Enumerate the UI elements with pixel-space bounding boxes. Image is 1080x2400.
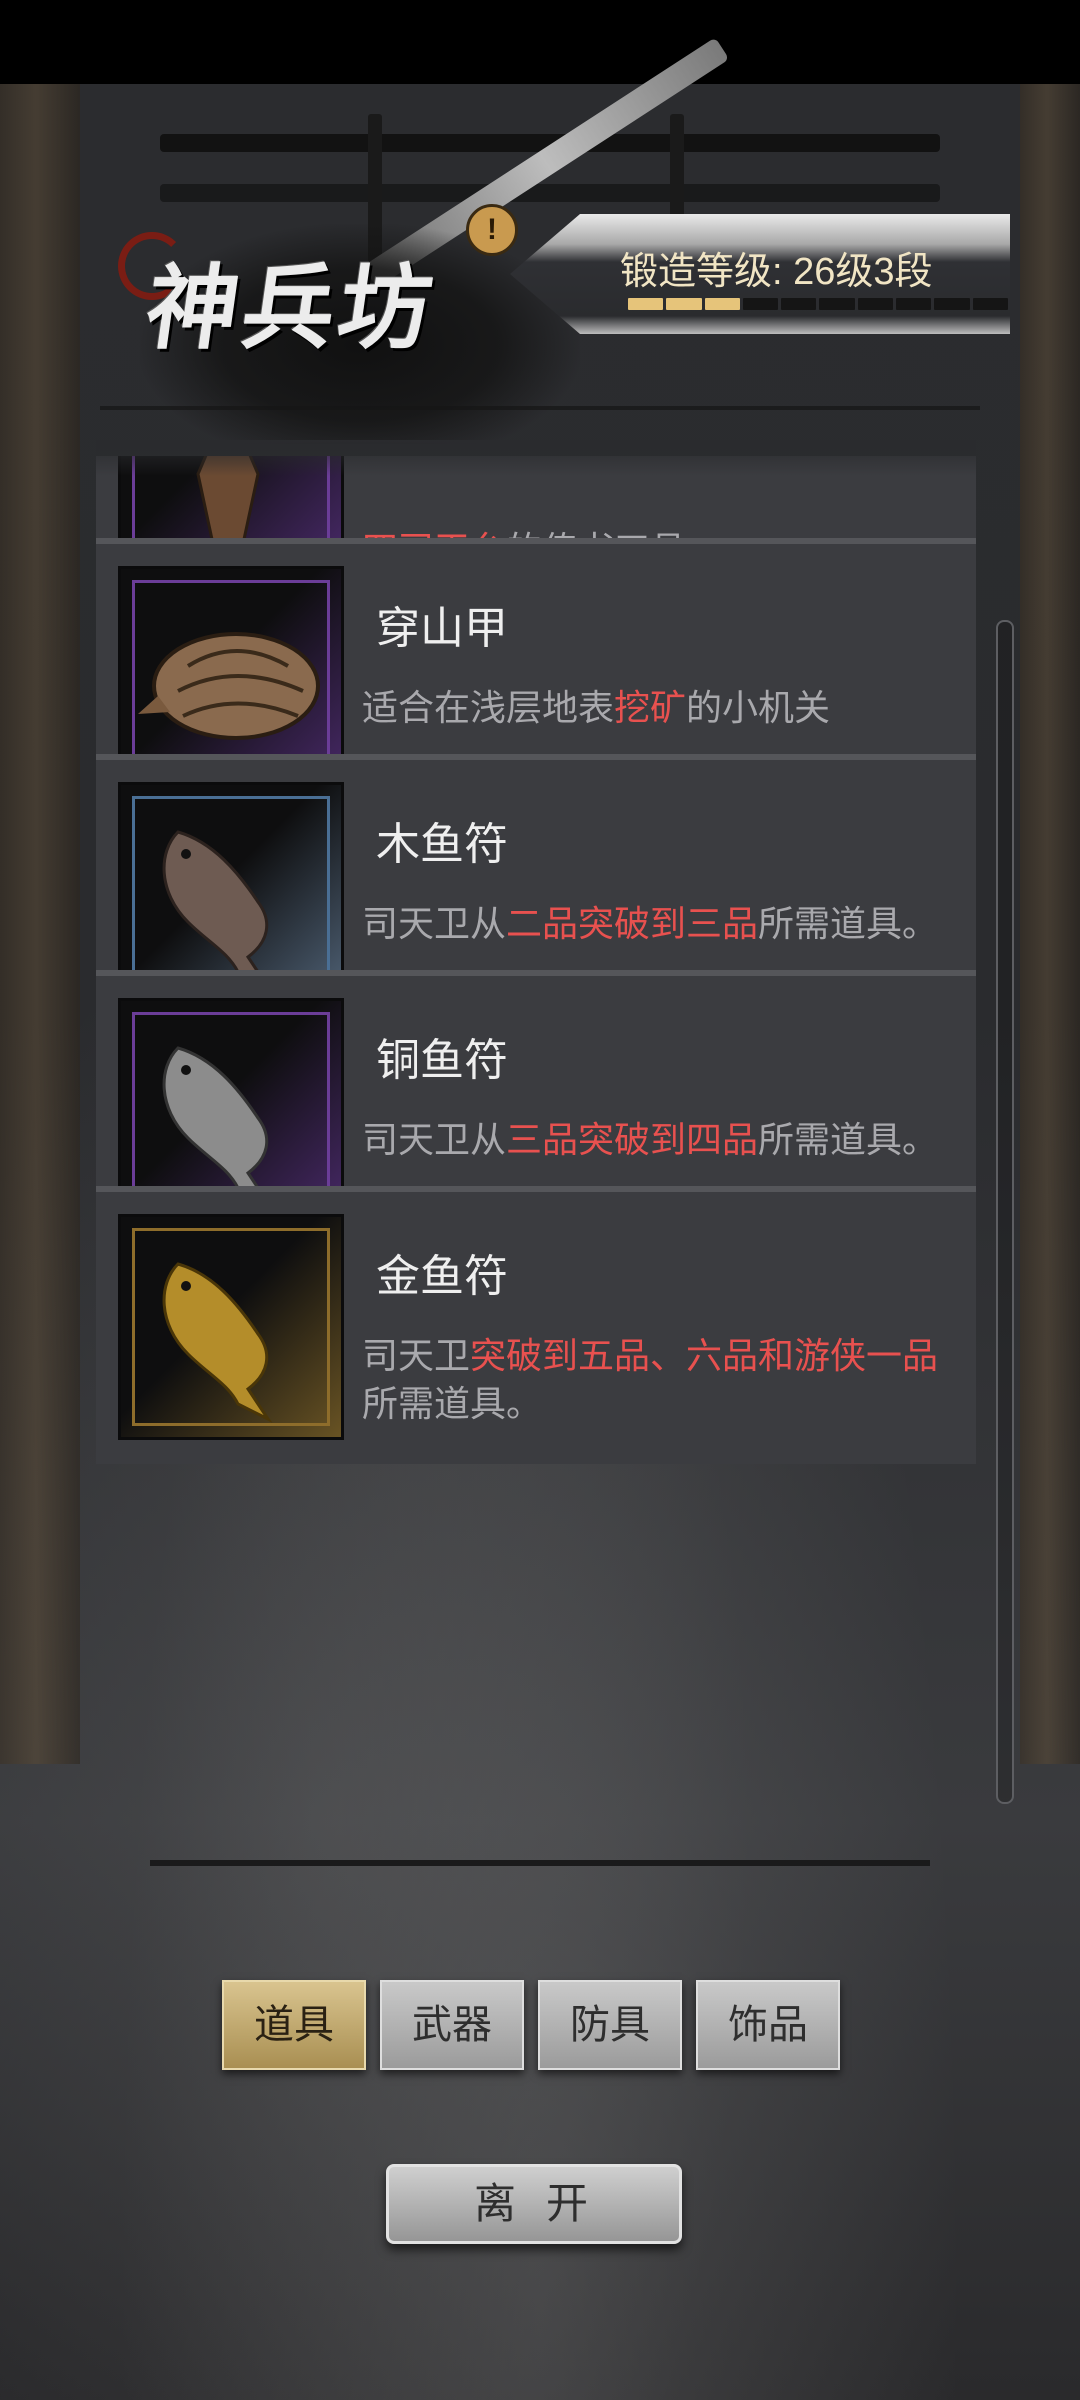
header-divider [100, 406, 980, 410]
item-name: 穿山甲 [376, 604, 508, 653]
left-pillar [0, 84, 80, 1764]
highlighted-text: 挖矿 [614, 687, 687, 728]
description-text: 所需道具。 [758, 1119, 939, 1160]
info-icon[interactable]: ! [466, 204, 518, 256]
item-name: 金鱼符 [376, 1252, 508, 1301]
progress-segment [934, 298, 970, 310]
progress-segment [896, 298, 932, 310]
highlighted-text: 三品突破到四品 [506, 1119, 759, 1160]
description-text: 的小机关 [686, 687, 831, 728]
description-text: 适合在浅层地表 [362, 687, 615, 728]
highlighted-text: 突破到五品、六品和游侠一品 [470, 1335, 939, 1376]
item-description: 司天卫从二品突破到三品所需道具。 [362, 900, 962, 948]
highlighted-text: 二品突破到三品 [506, 903, 759, 944]
right-pillar [1020, 84, 1080, 1764]
forge-level-label: 锻造等级: 26级3段 [620, 251, 933, 293]
progress-segment [781, 298, 817, 310]
description-text: 司天卫从 [362, 903, 507, 944]
progress-segment [628, 298, 664, 310]
forge-level-progress [628, 298, 1008, 310]
list-top-fade [96, 440, 976, 476]
header: 神兵坊 ! 锻造等级: 26级3段 [100, 37, 1010, 444]
description-text: 所需道具。 [362, 1383, 543, 1424]
description-text: 所需道具。 [758, 903, 939, 944]
description-text: 司天卫 [362, 1335, 471, 1376]
item-description: 适合在浅层地表挖矿的小机关 [362, 684, 962, 732]
item-list[interactable]: 四司天台的传书工具 穿山甲适合在浅层地表挖矿的小机关 木鱼符司天卫从二品突破到三… [96, 456, 976, 1776]
progress-segment [972, 298, 1008, 310]
item-description: 司天卫从三品突破到四品所需道具。 [362, 1116, 962, 1164]
tab-1[interactable]: 武器 [380, 1980, 524, 2070]
progress-segment [666, 298, 702, 310]
status-bar [0, 0, 1080, 84]
leave-button[interactable]: 离开 [386, 2164, 682, 2244]
description-text: 司天卫从 [362, 1119, 507, 1160]
progress-segment [819, 298, 855, 310]
page-title: 神兵坊 [139, 254, 443, 362]
item-description: 司天卫突破到五品、六品和游侠一品所需道具。 [362, 1332, 962, 1428]
item-thumbnail [118, 1214, 344, 1440]
progress-segment [857, 298, 894, 310]
tab-3[interactable]: 饰品 [696, 1980, 840, 2070]
progress-segment [704, 298, 740, 310]
list-divider [150, 1860, 930, 1866]
progress-segment [742, 298, 779, 310]
item-card[interactable]: 金鱼符司天卫突破到五品、六品和游侠一品所需道具。 [96, 1186, 976, 1464]
list-scrollbar[interactable] [996, 620, 1014, 1804]
tab-2[interactable]: 防具 [538, 1980, 682, 2070]
item-name: 木鱼符 [376, 820, 508, 869]
tab-0[interactable]: 道具 [222, 1980, 366, 2070]
category-tabs: 道具 武器 防具 饰品 [222, 1980, 840, 2070]
item-name: 铜鱼符 [376, 1036, 508, 1085]
weapon-rack-bar [160, 184, 940, 202]
